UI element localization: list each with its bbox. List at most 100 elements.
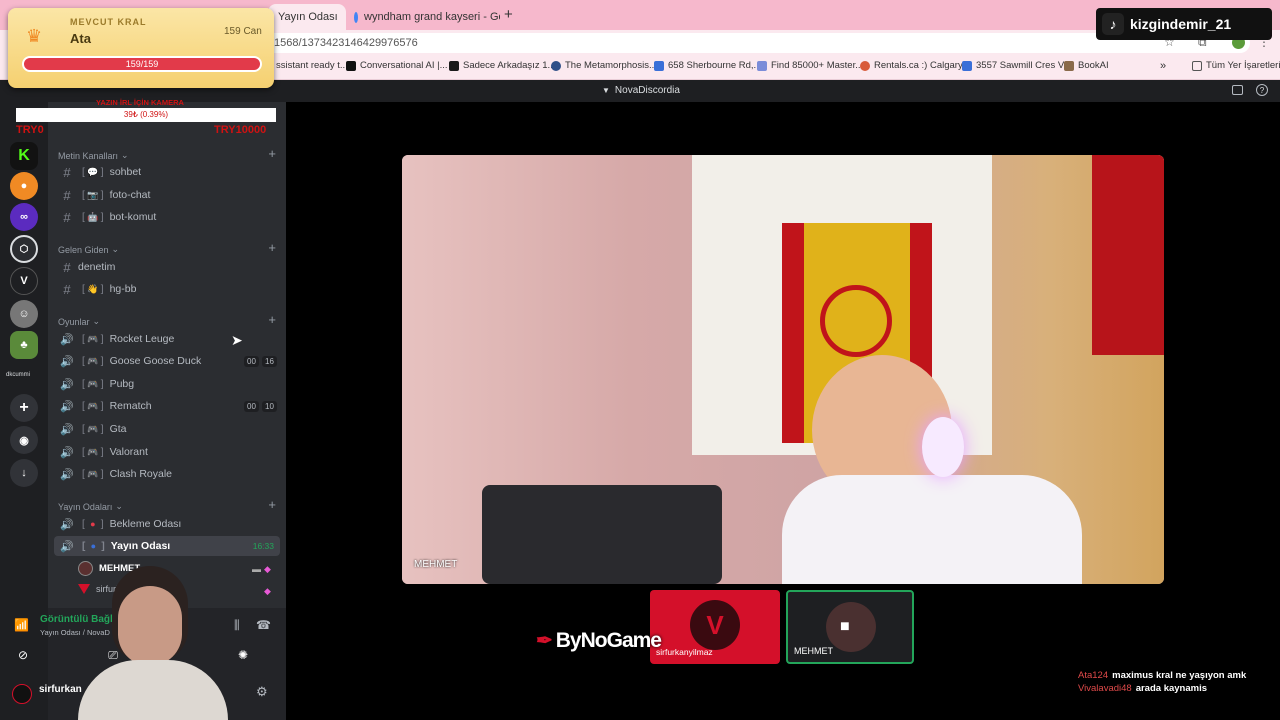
- tiktok-watermark: ♪ kizgindemir_21: [1096, 8, 1272, 40]
- feather-icon: ✒: [536, 630, 553, 652]
- hash-icon: #: [63, 209, 71, 225]
- headphone-light: [922, 417, 964, 477]
- activity-icon[interactable]: ✺: [232, 648, 254, 668]
- voice-channel-valorant[interactable]: 🔊[🎮] Valorant: [54, 442, 280, 462]
- stream-chat: Ata124 maximus kral ne yaşıyon amk Vival…: [1078, 670, 1258, 694]
- bookmark-item[interactable]: Sadece Arkadaşız 1...: [449, 60, 555, 71]
- server-icon[interactable]: ⬡: [10, 235, 38, 263]
- channel-name: Bekleme Odası: [109, 518, 182, 530]
- favicon-icon: [962, 60, 972, 71]
- server-icon[interactable]: ∞: [10, 203, 38, 231]
- voice-channel-pubg[interactable]: 🔊[🎮] Pubg: [54, 374, 280, 394]
- category-oyunlar[interactable]: Oyunlar ⌄: [58, 316, 100, 327]
- channel-name: Goose Goose Duck: [109, 355, 202, 367]
- category-label: Oyunlar: [58, 316, 90, 327]
- all-bookmarks-button[interactable]: Tüm Yer İşaretleri: [1192, 60, 1280, 71]
- bookmark-item[interactable]: 658 Sherbourne Rd,...: [654, 60, 761, 71]
- chat-message: Vivalavadi48 arada kaynamis: [1078, 683, 1258, 694]
- bookmark-item[interactable]: Rentals.ca :) Calgary...: [860, 60, 970, 71]
- user-count-badge: 00: [244, 401, 259, 412]
- gamepad-icon: 🎮: [87, 333, 99, 344]
- channel-denetim[interactable]: # denetim: [54, 257, 280, 277]
- channel-name: bot-komut: [109, 211, 157, 223]
- google-icon: [354, 11, 358, 23]
- king-title: MEVCUT KRAL: [70, 17, 147, 27]
- bookmark-item[interactable]: Find 85000+ Master...: [757, 60, 863, 71]
- kick-server-icon[interactable]: K: [10, 142, 38, 170]
- bookmark-item[interactable]: The Metamorphosis...: [551, 60, 657, 71]
- bookmark-item[interactable]: BookAI: [1064, 60, 1109, 71]
- speaker-icon: 🔊: [60, 334, 74, 346]
- bookmark-label: Rentals.ca :) Calgary...: [874, 60, 970, 71]
- server-icon[interactable]: ☺: [10, 300, 38, 328]
- download-icon[interactable]: ↓: [10, 459, 38, 487]
- bookmark-item[interactable]: 3557 Sawmill Cres V...: [962, 60, 1071, 71]
- disconnect-icon[interactable]: ☎: [256, 618, 271, 632]
- category-yayin-odalari[interactable]: Yayın Odaları ⌄: [58, 501, 123, 512]
- channel-bot-komut[interactable]: #[🤖] bot-komut: [54, 207, 280, 227]
- favicon-icon: [1064, 60, 1074, 71]
- add-channel-button[interactable]: +: [268, 240, 276, 255]
- hash-icon: #: [63, 281, 71, 297]
- noise-suppression-icon[interactable]: ⫼: [234, 618, 240, 633]
- speaker-icon: 🔊: [60, 519, 74, 531]
- add-server-icon[interactable]: +: [10, 394, 38, 422]
- channel-hg-bb[interactable]: #[👋] hg-bb: [54, 279, 280, 299]
- add-channel-button[interactable]: +: [268, 146, 276, 161]
- user-limit-badge: 16: [262, 356, 277, 367]
- channel-name: Pubg: [109, 378, 135, 390]
- category-gelen-giden[interactable]: Gelen Giden ⌄: [58, 244, 119, 255]
- tab-label: wyndham grand kayseri - Goog: [364, 11, 500, 23]
- bookmark-label: 3557 Sawmill Cres V...: [976, 60, 1072, 71]
- gamepad-icon: 🎮: [87, 378, 99, 389]
- help-icon[interactable]: ?: [1256, 84, 1268, 96]
- voice-channel-bekleme-odasi[interactable]: 🔊[●] Bekleme Odası: [54, 514, 280, 534]
- streamer-face: [118, 586, 182, 666]
- channel-name: Valorant: [109, 446, 148, 458]
- red-circle-icon: ●: [90, 519, 96, 529]
- nitro-icon: ◆: [264, 586, 271, 596]
- favicon-icon: [654, 60, 664, 71]
- participant-tile[interactable]: ■ MEHMET: [786, 590, 914, 664]
- camera-off-icon[interactable]: ⊘: [12, 648, 34, 668]
- channel-sohbet[interactable]: #[💬] sohbet: [54, 162, 280, 182]
- voice-channel-rocket-leuge[interactable]: 🔊[🎮] Rocket Leuge: [54, 329, 280, 349]
- url-input[interactable]: 1568/1373423146429976576: [190, 33, 1250, 53]
- voice-channel-yayin-odasi[interactable]: 🔊[●] Yayın Odası 16:33: [54, 536, 280, 556]
- category-text-channels[interactable]: Metin Kanalları ⌄: [58, 150, 129, 161]
- tab-wyndham[interactable]: wyndham grand kayseri - Goog ✕: [344, 4, 500, 30]
- channel-foto-chat[interactable]: #[📷] foto-chat: [54, 185, 280, 205]
- channel-name: Rocket Leuge: [109, 333, 175, 345]
- crown-icon: ♛: [26, 26, 43, 46]
- add-channel-button[interactable]: +: [268, 497, 276, 512]
- tab-yayin-odasi[interactable]: Yayın Odası ✕: [268, 4, 346, 30]
- bookmarks-more-button[interactable]: »: [1160, 60, 1166, 72]
- bookmark-item[interactable]: Conversational AI |...: [346, 60, 448, 71]
- nova-server-icon[interactable]: V: [10, 267, 38, 295]
- discover-icon[interactable]: ◉: [10, 426, 38, 454]
- person-shirt: [782, 475, 1082, 584]
- participant-tile[interactable]: V sirfurkanyilmaz: [650, 590, 780, 664]
- speaker-icon: 🔊: [60, 401, 74, 413]
- server-icon[interactable]: ●: [10, 172, 38, 200]
- bookmark-label: Sadece Arkadaşız 1...: [463, 60, 556, 71]
- video-label: MEHMET: [414, 559, 458, 570]
- inbox-icon[interactable]: [1232, 85, 1243, 95]
- settings-gear-icon[interactable]: ⚙: [256, 684, 268, 700]
- speaker-icon: 🔊: [60, 541, 74, 553]
- server-icon[interactable]: ♣: [10, 331, 38, 359]
- voice-channel-gta[interactable]: 🔊[🎮] Gta: [54, 419, 280, 439]
- bookmark-label: Conversational AI |...: [360, 60, 448, 71]
- chevron-down-icon: ▼: [602, 86, 610, 95]
- avatar[interactable]: [12, 684, 32, 704]
- main-video-feed[interactable]: MEHMET: [402, 155, 1164, 584]
- voice-channel-clash-royale[interactable]: 🔊[🎮] Clash Royale: [54, 464, 280, 484]
- favicon-icon: [346, 60, 356, 71]
- bookmark-item[interactable]: ssistant ready t...: [276, 60, 348, 71]
- wave-icon: 👋: [87, 283, 99, 294]
- chat-user: Vivalavadi48: [1078, 683, 1132, 694]
- donation-header: YAZIN İRL İÇİN KAMERA: [96, 98, 184, 107]
- speaker-icon: 🔊: [60, 424, 74, 436]
- new-tab-button[interactable]: +: [504, 6, 513, 23]
- add-channel-button[interactable]: +: [268, 312, 276, 327]
